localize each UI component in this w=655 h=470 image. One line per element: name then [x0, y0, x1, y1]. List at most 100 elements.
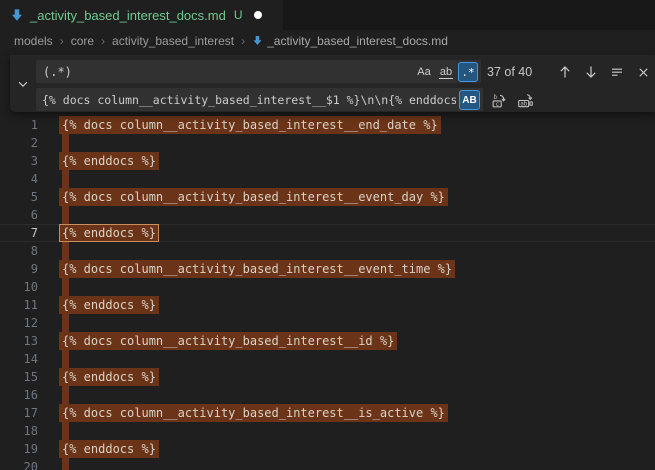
line-content[interactable]: {% docs column__activity_based_interest_…: [62, 404, 448, 422]
replace-button[interactable]: c b: [488, 89, 510, 111]
code-line[interactable]: 9 {% docs column__activity_based_interest…: [0, 260, 655, 278]
find-in-selection-button[interactable]: [606, 61, 628, 83]
code-line[interactable]: 8: [0, 242, 655, 260]
line-content[interactable]: [62, 386, 69, 404]
code-line[interactable]: 13 {% docs column__activity_based_interes…: [0, 332, 655, 350]
find-replace-widget: Aa ab .* 37 of 40 AB: [10, 55, 655, 112]
preserve-case-toggle[interactable]: AB: [459, 90, 480, 110]
find-match-highlight: [62, 170, 69, 188]
find-match-highlight: {% enddocs %}: [59, 368, 159, 386]
breadcrumb-separator-chevron-icon: ›: [241, 34, 245, 48]
code-line[interactable]: 3{% enddocs %}: [0, 152, 655, 170]
line-content[interactable]: [62, 458, 69, 470]
unsaved-changes-dot-icon[interactable]: [254, 11, 262, 19]
tab-filename: _activity_based_interest_docs.md: [30, 8, 226, 23]
close-find-widget-button[interactable]: [632, 61, 654, 83]
find-match-highlight: {% enddocs %}: [59, 440, 159, 458]
code-line[interactable]: 5 {% docs column__activity_based_interest…: [0, 188, 655, 206]
find-match-highlight: [62, 386, 69, 404]
line-number: 16: [0, 386, 38, 404]
dbt-file-arrow-down-icon: [252, 35, 263, 46]
code-line[interactable]: 16: [0, 386, 655, 404]
svg-text:ab: ab: [520, 101, 528, 107]
line-content[interactable]: {% enddocs %}: [62, 368, 159, 386]
line-number: 6: [0, 206, 38, 224]
find-match-highlight: {% docs column__activity_based_interest_…: [59, 332, 397, 350]
code-line[interactable]: 14: [0, 350, 655, 368]
line-content[interactable]: {% docs column__activity_based_interest_…: [62, 116, 441, 134]
replace-all-button[interactable]: ab: [514, 89, 536, 111]
code-line[interactable]: 4: [0, 170, 655, 188]
match-case-toggle[interactable]: Aa: [414, 62, 434, 82]
line-content[interactable]: {% docs column__activity_based_interest_…: [62, 260, 455, 278]
find-match-highlight: {% enddocs %}: [59, 296, 159, 314]
line-number: 2: [0, 134, 38, 152]
git-untracked-badge: U: [234, 8, 243, 22]
line-content[interactable]: [62, 242, 69, 260]
code-line[interactable]: 10: [0, 278, 655, 296]
line-content[interactable]: [62, 206, 69, 224]
code-line[interactable]: 12: [0, 314, 655, 332]
breadcrumb-item[interactable]: models: [14, 34, 53, 48]
code-line[interactable]: 7{% enddocs %}: [0, 224, 655, 242]
breadcrumb-separator-chevron-icon: ›: [101, 34, 105, 48]
line-number: 14: [0, 350, 38, 368]
line-number: 9: [0, 260, 38, 278]
find-match-highlight: [62, 206, 69, 224]
toggle-replace-chevron-down-icon[interactable]: [16, 77, 30, 91]
breadcrumb-file[interactable]: _activity_based_interest_docs.md: [252, 34, 448, 48]
line-number: 17: [0, 404, 38, 422]
replace-input[interactable]: [36, 88, 483, 111]
svg-text:c: c: [495, 101, 499, 107]
whole-word-toggle[interactable]: ab: [436, 62, 456, 82]
line-content[interactable]: {% enddocs %}: [62, 296, 159, 314]
line-content[interactable]: [62, 314, 69, 332]
code-line[interactable]: 6: [0, 206, 655, 224]
line-content[interactable]: [62, 350, 69, 368]
editor-pane[interactable]: Aa ab .* 37 of 40 AB: [0, 51, 655, 470]
line-content[interactable]: {% enddocs %}: [62, 152, 159, 170]
breadcrumb-item[interactable]: core: [71, 34, 94, 48]
line-content[interactable]: {% enddocs %}: [62, 440, 159, 458]
find-options: Aa ab .*: [414, 62, 478, 82]
line-content[interactable]: {% docs column__activity_based_interest_…: [62, 188, 448, 206]
line-number: 4: [0, 170, 38, 188]
previous-match-button[interactable]: [554, 61, 576, 83]
code-line[interactable]: 2: [0, 134, 655, 152]
line-number: 11: [0, 296, 38, 314]
find-match-highlight: [62, 278, 69, 296]
find-match-highlight: [62, 134, 69, 152]
line-content[interactable]: [62, 422, 69, 440]
line-number: 13: [0, 332, 38, 350]
next-match-button[interactable]: [580, 61, 602, 83]
editor-lines: 1{% docs column__activity_based_interest…: [0, 116, 655, 470]
line-number: 5: [0, 188, 38, 206]
code-line[interactable]: 11 {% enddocs %}: [0, 296, 655, 314]
breadcrumb-item[interactable]: activity_based_interest: [112, 34, 234, 48]
find-match-highlight: [62, 314, 69, 332]
find-actions: [554, 61, 654, 83]
line-content[interactable]: {% docs column__activity_based_interest_…: [62, 332, 397, 350]
code-line[interactable]: 17 {% docs column__activity_based_interes…: [0, 404, 655, 422]
line-content[interactable]: [62, 134, 69, 152]
vscode-window: _activity_based_interest_docs.md U model…: [0, 0, 655, 470]
line-number: 18: [0, 422, 38, 440]
find-results-count: 37 of 40: [487, 65, 532, 79]
code-line[interactable]: 18: [0, 422, 655, 440]
breadcrumb-items: models›core›activity_based_interest›: [14, 34, 252, 48]
tab-activity-based-interest-docs[interactable]: _activity_based_interest_docs.md U: [0, 0, 284, 30]
line-content[interactable]: {% enddocs %}: [62, 224, 159, 242]
line-content[interactable]: [62, 278, 69, 296]
code-line[interactable]: 19{% enddocs %}: [0, 440, 655, 458]
find-match-highlight: [62, 350, 69, 368]
find-match-highlight: {% docs column__activity_based_interest_…: [59, 260, 455, 278]
replace-actions: c b ab: [488, 89, 536, 111]
line-content[interactable]: [62, 170, 69, 188]
code-line[interactable]: 15{% enddocs %}: [0, 368, 655, 386]
code-line[interactable]: 20: [0, 458, 655, 470]
find-match-highlight: [62, 458, 69, 470]
code-line[interactable]: 1{% docs column__activity_based_interest…: [0, 116, 655, 134]
line-number: 12: [0, 314, 38, 332]
regex-toggle[interactable]: .*: [458, 62, 478, 82]
find-match-highlight: [62, 422, 69, 440]
